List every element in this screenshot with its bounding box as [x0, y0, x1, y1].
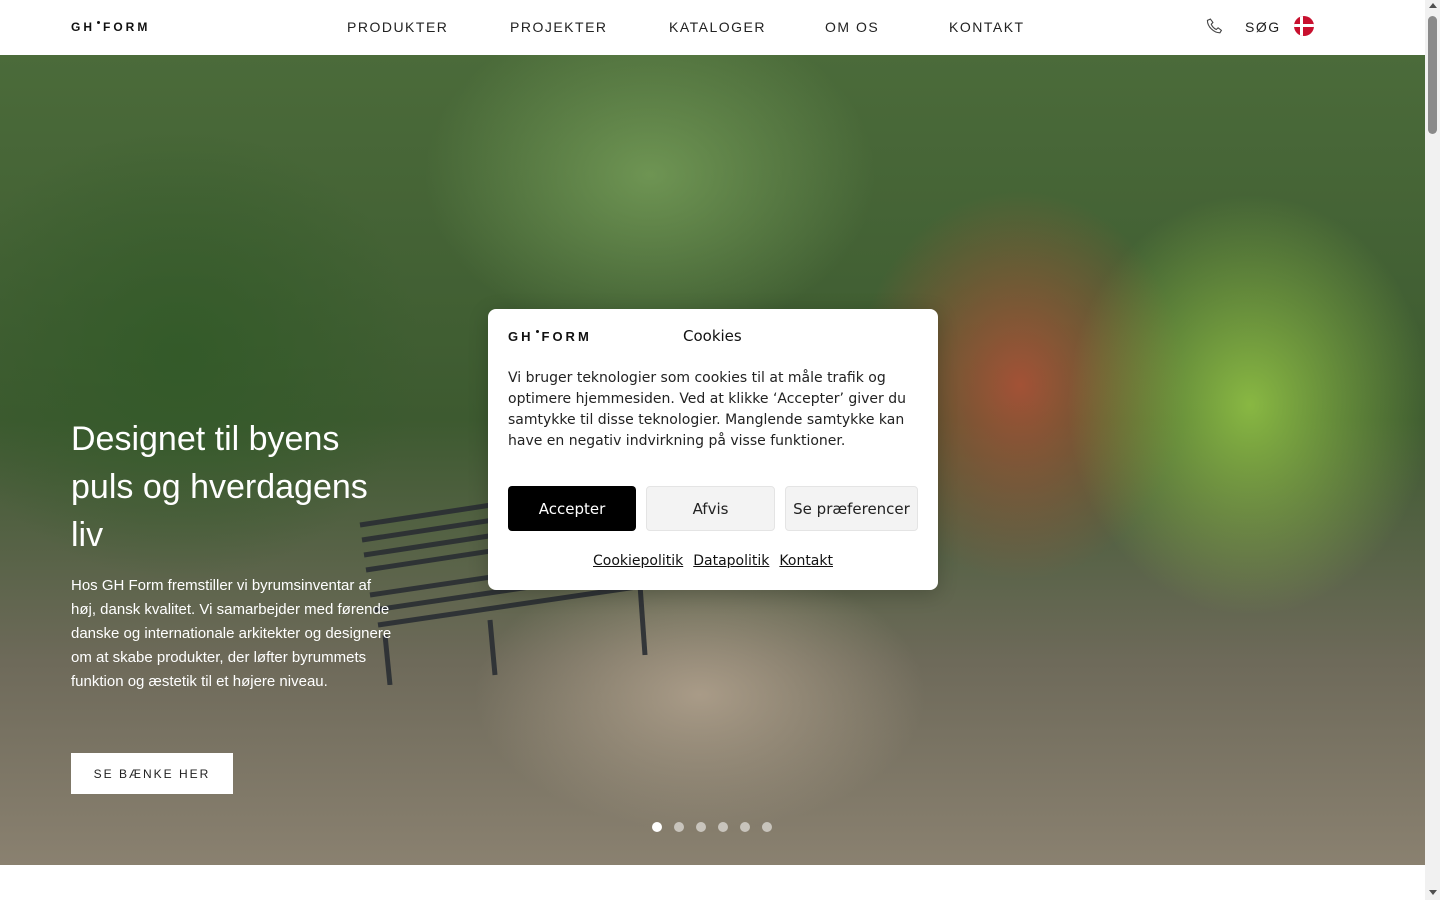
scroll-down-arrow-icon[interactable]	[1429, 890, 1437, 895]
logo-text-left: GH	[71, 20, 95, 34]
logo-dot	[535, 330, 539, 333]
search-link[interactable]: SØG	[1245, 19, 1281, 35]
cookie-preferences-button[interactable]: Se præferencer	[785, 486, 918, 531]
cookie-dialog-links: Cookiepolitik Datapolitik Kontakt	[488, 553, 938, 569]
logo-text-right: FORM	[541, 329, 592, 344]
hero-title: Designet til byens puls og hverdagens li…	[71, 420, 368, 554]
phone-icon[interactable]	[1205, 16, 1225, 38]
cookie-dialog-title: Cookies	[683, 327, 742, 345]
nav-item-om-os[interactable]: OM OS	[825, 19, 879, 35]
site-header: GH FORM PRODUKTER PROJEKTER KATALOGER OM …	[0, 0, 1425, 55]
danish-flag-icon[interactable]	[1294, 16, 1314, 36]
scroll-up-arrow-icon[interactable]	[1429, 3, 1437, 8]
flag-cross-horizontal	[1294, 24, 1314, 27]
slider-dot[interactable]	[696, 822, 706, 832]
slider-dot[interactable]	[740, 822, 750, 832]
slider-dots	[652, 822, 772, 832]
logo-text-left: GH	[508, 329, 534, 344]
slider-dot[interactable]	[762, 822, 772, 832]
slider-dot[interactable]	[718, 822, 728, 832]
page-scrollbar[interactable]	[1425, 0, 1440, 900]
deny-cookies-button[interactable]: Afvis	[646, 486, 775, 531]
logo-text-right: FORM	[103, 20, 151, 34]
cookie-policy-link[interactable]: Cookiepolitik	[593, 553, 683, 569]
nav-item-kontakt[interactable]: KONTAKT	[949, 19, 1025, 35]
see-benches-button[interactable]: SE BÆNKE HER	[71, 753, 233, 794]
scroll-thumb[interactable]	[1428, 16, 1437, 134]
nav-item-kataloger[interactable]: KATALOGER	[669, 19, 766, 35]
slider-dot[interactable]	[674, 822, 684, 832]
cookie-consent-dialog: GH FORM Cookies Vi bruger teknologier som…	[488, 309, 938, 590]
accept-cookies-button[interactable]: Accepter	[508, 486, 636, 531]
logo-dot	[97, 21, 100, 24]
cookie-dialog-text: Vi bruger teknologier som cookies til at…	[508, 370, 907, 449]
slider-dot[interactable]	[652, 822, 662, 832]
hero-description: Hos GH Form fremstiller vi byrumsinventa…	[71, 577, 392, 690]
cookie-dialog-logo: GH FORM	[508, 329, 592, 344]
site-logo[interactable]: GH FORM	[71, 20, 150, 34]
nav-item-projekter[interactable]: PROJEKTER	[510, 19, 608, 35]
flag-cross-vertical	[1300, 16, 1303, 36]
data-policy-link[interactable]: Datapolitik	[693, 553, 769, 569]
contact-link[interactable]: Kontakt	[779, 553, 833, 569]
nav-item-produkter[interactable]: PRODUKTER	[347, 19, 448, 35]
